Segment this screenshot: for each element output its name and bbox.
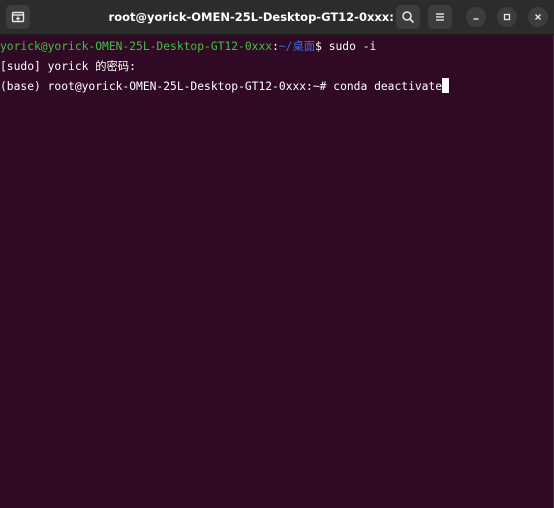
user-host: yorick@yorick-OMEN-25L-Desktop-GT12-0xxx — [0, 40, 273, 53]
new-tab-icon — [11, 11, 25, 23]
search-button[interactable] — [396, 5, 420, 29]
terminal-output[interactable]: yorick@yorick-OMEN-25L-Desktop-GT12-0xxx… — [0, 37, 554, 508]
window-title-text: root@yorick-OMEN-25L-Desktop-GT12-0xxx: … — [108, 10, 408, 24]
close-icon — [535, 14, 541, 20]
maximize-button[interactable] — [497, 7, 517, 27]
prompt-symbol: $ — [315, 40, 329, 53]
terminal-line-current[interactable]: (base) root@yorick-OMEN-25L-Desktop-GT12… — [0, 77, 554, 97]
hamburger-menu-icon — [436, 13, 444, 21]
close-button[interactable] — [528, 7, 548, 27]
minimize-button[interactable] — [466, 7, 486, 27]
maximize-icon — [503, 13, 511, 21]
minimize-icon — [473, 18, 479, 20]
terminal-line-sudo: yorick@yorick-OMEN-25L-Desktop-GT12-0xxx… — [0, 37, 554, 57]
terminal-line-password: [sudo] yorick 的密码: — [0, 57, 554, 77]
terminal-window: root@yorick-OMEN-25L-Desktop-GT12-0xxx: … — [0, 0, 554, 508]
command-text: sudo -i — [328, 40, 377, 53]
prompt-separator: : — [272, 40, 279, 53]
command-input[interactable]: conda deactivate — [333, 80, 442, 93]
search-icon — [402, 11, 415, 24]
root-prompt: (base) root@yorick-OMEN-25L-Desktop-GT12… — [0, 80, 334, 93]
text-cursor — [442, 78, 450, 93]
password-prompt: [sudo] yorick 的密码: — [0, 60, 136, 73]
title-bar[interactable]: root@yorick-OMEN-25L-Desktop-GT12-0xxx: … — [0, 0, 554, 35]
new-tab-button[interactable] — [6, 5, 30, 29]
menu-button[interactable] — [428, 5, 452, 29]
current-path: ~/桌面 — [278, 40, 316, 53]
